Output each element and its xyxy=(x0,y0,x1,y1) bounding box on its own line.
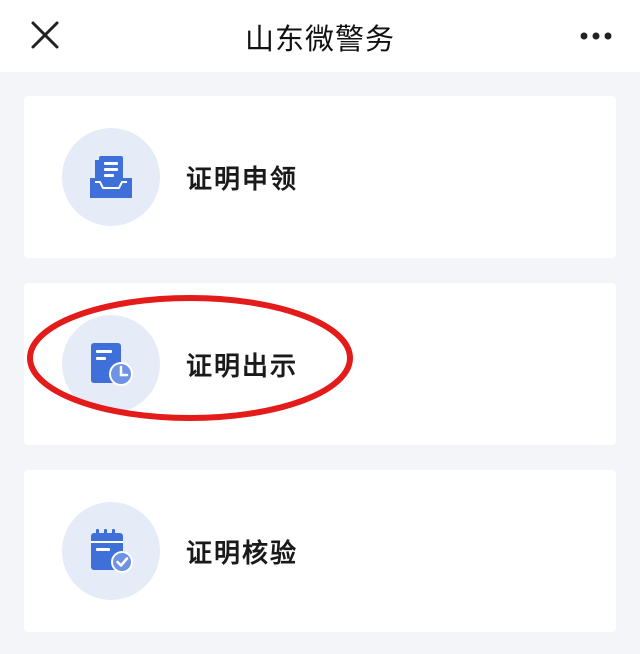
icon-badge xyxy=(62,502,160,600)
menu-item-label: 证明核验 xyxy=(186,539,299,569)
top-navigation-bar: 山东微警务 xyxy=(0,0,640,72)
menu-item-certificate-show[interactable]: 证明出示 xyxy=(24,283,616,445)
more-options-button[interactable] xyxy=(580,28,612,42)
page-title: 山东微警务 xyxy=(244,22,395,56)
menu-item-certificate-apply[interactable]: 证明申领 xyxy=(24,96,616,258)
icon-badge xyxy=(62,315,160,413)
more-dots-icon xyxy=(580,32,612,40)
icon-badge xyxy=(62,128,160,226)
certificate-apply-icon xyxy=(90,156,132,198)
menu-item-certificate-verify[interactable]: 证明核验 xyxy=(24,470,616,632)
certificate-verify-icon xyxy=(91,529,133,573)
certificate-show-icon xyxy=(91,343,133,386)
menu-item-label: 证明申领 xyxy=(186,165,299,195)
menu-item-label: 证明出示 xyxy=(186,352,299,382)
